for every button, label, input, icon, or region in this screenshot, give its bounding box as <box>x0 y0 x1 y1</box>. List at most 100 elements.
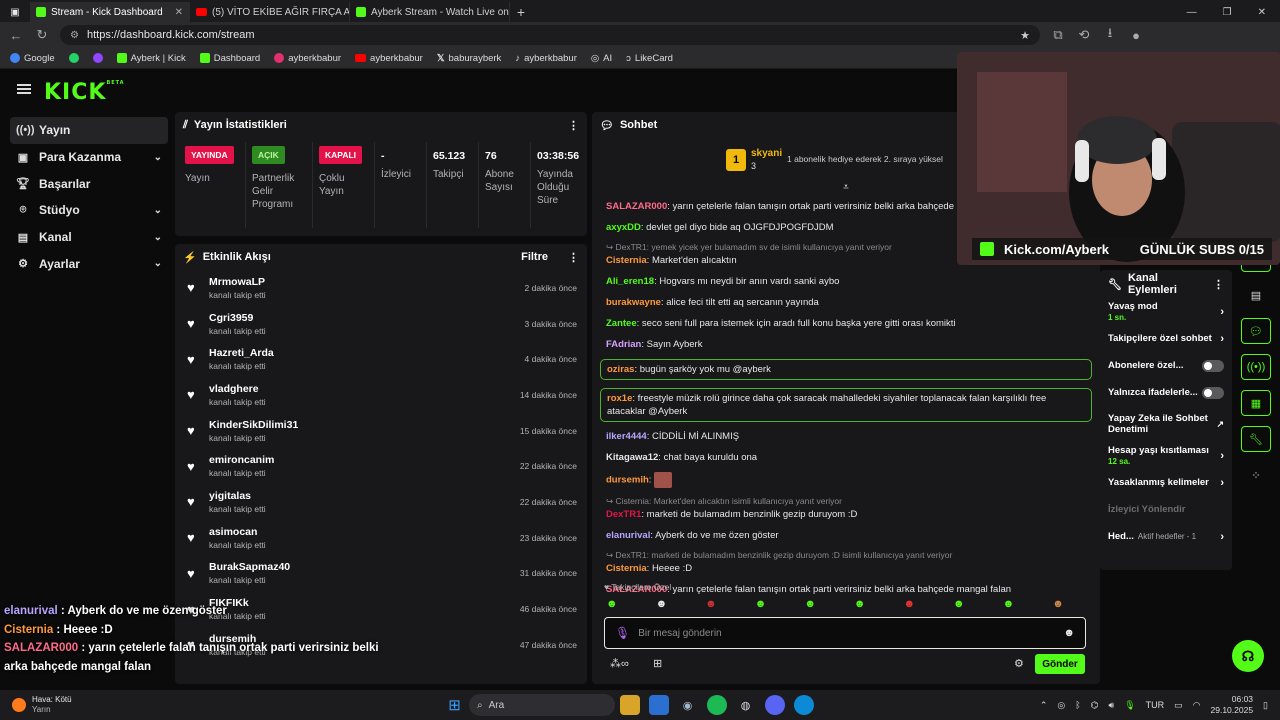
more-options-icon[interactable]: ⋮ <box>568 119 579 132</box>
emote-icon[interactable]: ☻ <box>1003 598 1015 610</box>
channel-action-item[interactable]: Hesap yaşı kısıtlaması 12 sa. › <box>1100 442 1232 469</box>
chat-settings-icon[interactable]: ⚙ <box>1014 657 1024 670</box>
channel-action-item[interactable]: Yavaş mod 1 sn. › <box>1100 298 1232 325</box>
channel-action-item[interactable]: Yasaklanmış kelimeler › <box>1100 469 1232 496</box>
wrench-icon[interactable]: 🔧︎ <box>1241 426 1271 452</box>
bookmark-google[interactable]: Google <box>10 53 55 64</box>
emote-icon[interactable]: ☻ <box>804 598 816 610</box>
close-window-icon[interactable]: ✕ <box>1258 7 1266 18</box>
app-icon[interactable]: ◍ <box>736 695 756 715</box>
chat-username[interactable]: Cisternia <box>606 563 647 574</box>
weather-widget[interactable]: Hava: Kötü Yarın <box>0 695 440 715</box>
chat-message[interactable]: burakwayne: alice feci tilt etti aq serc… <box>592 296 1100 309</box>
chat-username[interactable]: FAdrian <box>606 339 641 350</box>
emoji-icon[interactable]: ☻ <box>1063 627 1075 639</box>
clock[interactable]: 06:03 29.10.2025 <box>1211 694 1254 716</box>
language-indicator[interactable]: TUR <box>1146 700 1165 710</box>
photos-icon[interactable] <box>648 695 669 715</box>
chat-username[interactable]: Ali_eren18 <box>606 276 654 287</box>
chat-message[interactable]: rox1e: freestyle müzik rolü girince daha… <box>600 388 1092 422</box>
activity-item[interactable]: ♥ Cgri3959 kanalı takip etti 3 dakika önce <box>175 306 587 342</box>
chat-message[interactable]: oziras: bugün şarköy yok mu @ayberk <box>600 359 1092 380</box>
bookmark-ai[interactable]: ◎ AI <box>591 53 612 64</box>
extensions-icon[interactable]: ⧉ <box>1050 27 1066 43</box>
chat-bubble-icon[interactable]: 💬︎ <box>1241 318 1271 344</box>
bookmark-tiktok[interactable]: ♪ ayberkbabur <box>515 53 577 64</box>
browser-tab-youtube[interactable]: (5) VİTO EKİBE AĞIR FIRÇA ATIYOR ✕ <box>190 2 350 22</box>
toggle-switch[interactable] <box>1202 359 1224 372</box>
more-dots-icon[interactable]: ⁘ <box>1241 462 1271 488</box>
pinned-user[interactable]: skyani <box>751 148 782 159</box>
chat-message[interactable]: ilker4444: CİDDİLİ Mİ ALINMIŞ <box>592 430 1100 443</box>
chat-message[interactable]: elanurival: Ayberk do ve me özen göster <box>592 529 1100 542</box>
notification-icon[interactable]: ▯ <box>1263 700 1268 711</box>
layout-icon[interactable]: ▦ <box>1241 390 1271 416</box>
infinity-icon[interactable]: ⁂∞ <box>610 657 629 670</box>
chevron-up-icon[interactable]: ⌃ <box>1040 700 1048 711</box>
refresh-icon[interactable]: ↻ <box>34 27 50 43</box>
bluetooth-icon[interactable]: ᛒ <box>1075 700 1080 710</box>
channel-action-item[interactable]: Takipçilere özel sohbet › <box>1100 325 1232 352</box>
steam-icon[interactable]: ◉ <box>678 695 698 715</box>
channel-action-item[interactable]: Yalnızca ifadelerle... <box>1100 379 1232 406</box>
channel-action-item[interactable]: İzleyici Yönlendir <box>1100 496 1232 523</box>
wifi-icon[interactable]: ◠ <box>1193 700 1201 711</box>
sidebar-item-kanal[interactable]: ▤ Kanal ⌄ <box>10 224 168 251</box>
gift-icon[interactable]: ⊞ <box>653 657 662 670</box>
minimize-icon[interactable]: — <box>1187 7 1197 18</box>
emote-icon[interactable]: ☻ <box>606 598 618 610</box>
toggle-switch[interactable] <box>1202 386 1224 399</box>
chat-message[interactable]: Zantee: seco seni full para istemek için… <box>592 317 1100 330</box>
channel-action-item[interactable]: Hed... Aktif hedefler - 1 › <box>1100 523 1232 550</box>
chat-username[interactable]: Cisternia <box>606 255 647 266</box>
emote-icon[interactable]: ☻ <box>953 598 965 610</box>
chat-username[interactable]: DexTR1 <box>606 509 641 520</box>
windows-start-icon[interactable]: ⊞ <box>445 695 465 715</box>
chat-username[interactable]: ilker4444 <box>606 431 647 442</box>
chat-username[interactable]: rox1e <box>607 393 632 404</box>
sidebar-item-yayin[interactable]: ((•)) Yayın <box>10 117 168 144</box>
display-icon[interactable]: ▭ <box>1174 700 1183 711</box>
bookmark-x[interactable]: 𝕏baburayberk <box>437 53 501 64</box>
bookmark-instagram[interactable]: ayberkbabur <box>274 53 341 64</box>
chat-input[interactable]: 🎙︎ Bir mesaj gönderin ☻ <box>604 617 1086 649</box>
chat-username[interactable]: dursemih <box>606 475 649 486</box>
bookmark-youtube[interactable]: ayberkbabur <box>355 53 423 64</box>
activity-item[interactable]: ♥ BurakSapmaz40 kanalı takip etti 31 dakika… <box>175 556 587 592</box>
volume-icon[interactable]: 🔊︎ <box>1109 700 1115 711</box>
broadcast-icon[interactable]: ((•)) <box>1241 354 1271 380</box>
profile-icon[interactable]: ● <box>1128 28 1144 43</box>
emote-icon[interactable]: ☻ <box>903 598 915 610</box>
activity-item[interactable]: ♥ yigitalas kanalı takip etti 22 dakika önc… <box>175 484 587 520</box>
chat-message[interactable]: FAdrian: Sayın Ayberk <box>592 338 1100 351</box>
tray-icon[interactable]: ◎ <box>1057 700 1065 711</box>
chat-message[interactable]: ↪ DexTR1: marketi de bulamadım benzinlik… <box>592 550 1100 575</box>
channel-action-item[interactable]: Abonelere özel... <box>1100 352 1232 379</box>
tab-actions-icon[interactable]: ▣ <box>0 2 30 22</box>
file-explorer-icon[interactable] <box>619 695 640 715</box>
sidebar-item-studyo[interactable]: ⌾ Stüdyo ⌄ <box>10 197 168 224</box>
channel-action-item[interactable]: Yapay Zeka ile Sohbet Denetimi ↗ <box>1100 406 1232 442</box>
activity-item[interactable]: ♥ asimocan kanalı takip etti 23 dakika önce <box>175 520 587 556</box>
chat-username[interactable]: axyxDD <box>606 222 641 233</box>
sidebar-item-ayarlar[interactable]: ⚙ Ayarlar ⌄ <box>10 250 168 277</box>
restore-icon[interactable]: ❐ <box>1223 7 1232 18</box>
close-tab-icon[interactable]: ✕ <box>175 7 183 18</box>
download-icon[interactable]: ⭳ <box>1102 24 1118 46</box>
document-icon[interactable]: ▤ <box>1241 282 1271 308</box>
browser-tab-kick-stream[interactable]: Ayberk Stream - Watch Live on Kick ✕ <box>350 2 510 22</box>
kick-logo[interactable]: KICKBETA <box>44 80 125 105</box>
chat-username[interactable]: Zantee <box>606 318 637 329</box>
spotify-icon[interactable] <box>706 695 727 715</box>
emote-icon[interactable]: ☻ <box>755 598 767 610</box>
favorite-star-icon[interactable]: ★ <box>1020 29 1030 42</box>
discord-icon[interactable] <box>764 695 785 715</box>
support-chat-icon[interactable]: ☊ <box>1232 640 1264 672</box>
twitch-icon[interactable] <box>92 53 103 63</box>
chat-username[interactable]: elanurival <box>606 530 650 541</box>
chat-message[interactable]: Ali_eren18: Hogvars mı neydi bir anın va… <box>592 275 1100 288</box>
emote-icon[interactable]: ☻ <box>705 598 717 610</box>
back-icon[interactable]: ← <box>8 28 24 43</box>
chat-message[interactable]: ↪ Cisternia: Market'den alıcaktın isimli… <box>592 496 1100 521</box>
send-button[interactable]: Gönder <box>1035 654 1085 674</box>
